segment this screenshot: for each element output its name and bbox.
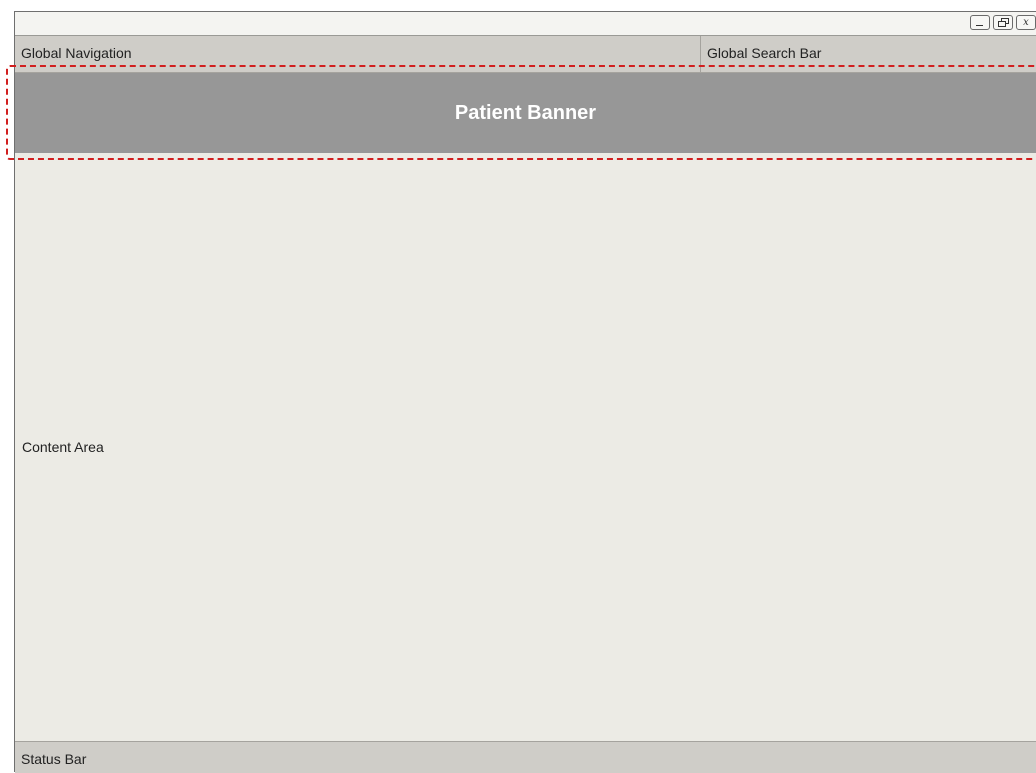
content-area: Content Area [15,153,1036,741]
application-window: x Global Navigation Global Search Bar Pa… [14,11,1036,773]
restore-icon-front [998,21,1006,27]
title-bar[interactable]: x [15,12,1036,36]
restore-button[interactable] [993,15,1013,30]
patient-banner-title: Patient Banner [454,101,597,124]
status-bar: Status Bar [15,741,1036,773]
patient-banner: Patient Banner [15,73,1036,153]
global-navigation[interactable]: Global Navigation [15,36,701,72]
close-button[interactable]: x [1016,15,1036,30]
global-header-row: Global Navigation Global Search Bar [15,36,1036,73]
minimize-button[interactable] [970,15,990,30]
global-search-bar[interactable]: Global Search Bar [701,36,1036,72]
window-controls: x [970,15,1036,30]
content-area-label: Content Area [22,439,104,455]
